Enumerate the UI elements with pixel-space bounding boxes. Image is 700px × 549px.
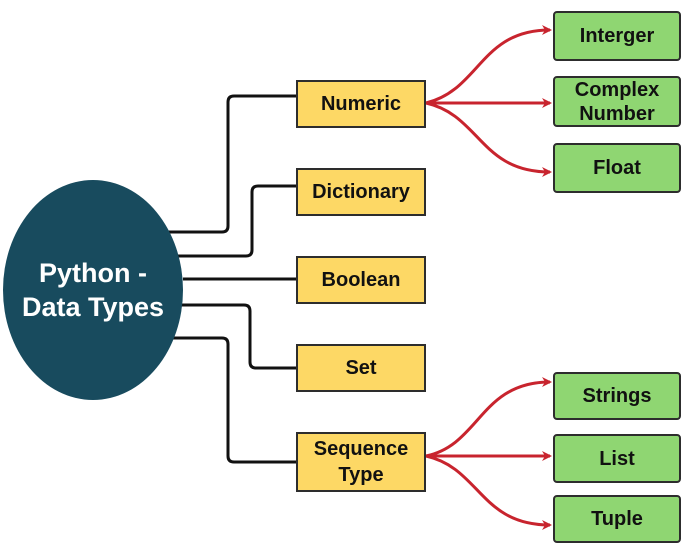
arrow-to-strings	[425, 377, 552, 458]
leaf-label: Float	[593, 157, 641, 179]
category-label-line1: Sequence	[313, 438, 409, 460]
leaf-label-line2: Number	[579, 102, 655, 125]
leaf-strings: Strings	[553, 372, 681, 420]
category-numeric: Numeric	[296, 80, 426, 128]
category-label: Set	[345, 357, 377, 379]
category-label: Boolean	[321, 269, 401, 291]
category-label: Dictionary	[312, 181, 410, 203]
leaf-complex-number: Complex Number	[553, 76, 681, 127]
leaf-label-line1: Complex	[574, 78, 660, 101]
category-sequence-type: Sequence Type	[296, 432, 426, 492]
connector-dictionary	[178, 184, 296, 258]
category-label-line2: Type	[338, 464, 384, 486]
leaf-float: Float	[553, 143, 681, 193]
leaf-integer: Interger	[553, 11, 681, 61]
leaf-list: List	[553, 434, 681, 483]
arrow-to-integer	[425, 25, 552, 105]
category-label: Numeric	[320, 93, 402, 115]
category-set: Set	[296, 344, 426, 392]
root-label-line2: Data Types	[21, 292, 165, 322]
connector-numeric	[168, 94, 296, 234]
connector-sequence	[170, 336, 296, 464]
leaf-label: Strings	[582, 385, 652, 407]
arrow-to-tuple	[425, 454, 552, 530]
leaf-label: List	[599, 447, 635, 470]
leaf-tuple: Tuple	[553, 495, 681, 543]
root-node-python-data-types: Python - Data Types	[3, 180, 183, 400]
category-boolean: Boolean	[296, 256, 426, 304]
root-label-line1: Python -	[39, 258, 147, 288]
category-dictionary: Dictionary	[296, 168, 426, 216]
arrow-to-float	[425, 101, 552, 177]
leaf-label: Interger	[579, 25, 655, 47]
leaf-label: Tuple	[591, 508, 643, 530]
